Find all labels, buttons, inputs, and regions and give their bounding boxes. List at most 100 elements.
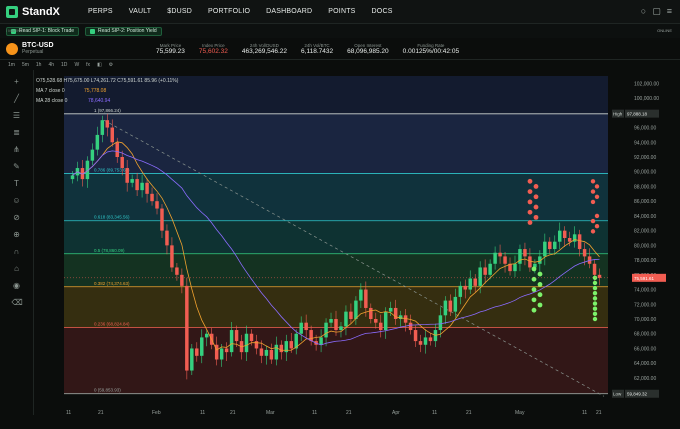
candle-body — [160, 208, 164, 231]
toolbar-item[interactable]: 5m — [22, 62, 29, 68]
magnet-icon[interactable]: ∩ — [12, 247, 22, 257]
horizontal-lines-icon[interactable]: ☰ — [12, 111, 22, 121]
nav-item-portfolio[interactable]: PORTFOLIO — [208, 8, 250, 15]
candle-body — [254, 341, 259, 349]
chart-svg[interactable]: 1 (97,866.24) 0.786 (89,753.61) 0.618 (83,… — [34, 70, 680, 424]
candle-body — [478, 267, 482, 286]
x-tick-label: 21 — [466, 410, 472, 416]
toolbar-item[interactable]: ◧ — [97, 62, 102, 68]
toolbar-item[interactable]: fx — [86, 62, 90, 68]
toolbar-item[interactable]: 1m — [8, 62, 15, 68]
buy-order-dot — [592, 280, 598, 286]
announcement-label: Read SIP-2: Position Yield — [98, 28, 157, 34]
eye-icon[interactable]: ◉ — [12, 281, 22, 291]
zoom-in-icon[interactable]: ⊕ — [12, 230, 22, 240]
fib-label: 0.786 (89,753.61) — [94, 168, 130, 173]
emoji-icon[interactable]: ☺ — [12, 196, 22, 206]
candle-body — [453, 296, 458, 312]
toolbar-item[interactable]: ⚙ — [109, 62, 113, 68]
announcement-bar: Read SIP-1: Block Trade Read SIP-2: Posit… — [0, 24, 680, 38]
candle-body — [155, 201, 159, 209]
x-tick-label: 11 — [432, 410, 437, 416]
notification-icon[interactable]: ○ — [641, 6, 646, 17]
candle-body — [344, 311, 348, 327]
ma7-value: 75,778.08 — [84, 88, 106, 94]
candle-body — [388, 307, 393, 312]
candle-body — [562, 230, 567, 238]
ma28-legend: MA 28 close 0 — [36, 98, 68, 104]
candle-body — [110, 127, 115, 143]
candle-body — [364, 289, 368, 308]
menu-icon[interactable]: ≡ — [667, 6, 672, 17]
fib-zone — [64, 173, 608, 221]
candle-body — [185, 285, 189, 371]
fib-zone — [64, 113, 608, 174]
high-value: 97,888.18 — [627, 112, 648, 117]
y-tick-label: 66,000.00 — [634, 346, 656, 352]
buy-order-dot — [537, 292, 543, 298]
trash-icon[interactable]: ⌫ — [12, 298, 23, 308]
toolbar-item[interactable]: 1h — [36, 62, 42, 68]
stat-value: 68,096,985.20 — [347, 47, 389, 55]
buy-order-dot — [537, 281, 543, 287]
candle-body — [304, 322, 308, 331]
fib-zone — [64, 220, 608, 254]
ruler-icon[interactable]: ⊘ — [12, 213, 22, 223]
candle-body — [468, 278, 472, 290]
y-tick-label: 102,000.00 — [634, 81, 659, 87]
y-tick-label: 84,000.00 — [634, 214, 656, 220]
brush-icon[interactable]: ✎ — [12, 162, 22, 172]
fib-label: 0.382 (74,374.63) — [94, 281, 130, 286]
nav-item-perps[interactable]: PERPS — [88, 8, 113, 15]
candle-body — [503, 256, 507, 264]
x-tick-label: 21 — [98, 410, 104, 416]
toolbar-item[interactable]: 4h — [48, 62, 54, 68]
sell-order-dot — [533, 194, 539, 200]
candle-body — [329, 319, 333, 323]
candle-body — [319, 337, 323, 345]
text-icon[interactable]: T — [12, 179, 22, 189]
candle-body — [428, 337, 433, 342]
announcement-pill[interactable]: Read SIP-2: Position Yield — [85, 26, 162, 36]
x-tick-label: 11 — [312, 410, 317, 416]
nav-item-docs[interactable]: DOCS — [372, 8, 393, 15]
standx-logo[interactable]: StandX — [6, 5, 78, 18]
candle-body — [125, 168, 129, 183]
x-tick-label: 11 — [582, 410, 587, 416]
fib-label: 0.618 (83,345.56) — [94, 215, 130, 220]
top-nav-bar: StandX PERPS VAULT $DUSD PORTFOLIO DASHBOARD… — [0, 0, 680, 24]
buy-order-dot — [592, 316, 598, 322]
standx-logo-icon — [6, 5, 18, 18]
candle-body — [140, 182, 144, 191]
pitchfork-icon[interactable]: ⋔ — [12, 145, 22, 155]
symbol-selector[interactable]: BTC-USD Perpetual — [6, 42, 156, 55]
crosshair-icon[interactable]: + — [12, 77, 22, 87]
nav-item-dashboard[interactable]: DASHBOARD — [266, 8, 312, 15]
fib-label: 0.5 (78,860.09) — [94, 248, 125, 253]
nav-item-points[interactable]: POINTS — [328, 8, 355, 15]
y-tick-label: 78,000.00 — [634, 258, 656, 264]
toolbar-item[interactable]: 1D — [61, 62, 67, 68]
candle-body — [165, 230, 169, 246]
candle-body — [518, 249, 522, 264]
sell-order-dot — [590, 229, 596, 234]
candle-body — [309, 330, 313, 342]
announcement-label: Read SIP-1: Block Trade — [19, 28, 75, 34]
nav-item-dusd[interactable]: $DUSD — [167, 8, 192, 15]
nav-item-vault[interactable]: VAULT — [129, 8, 152, 15]
buy-order-dot — [592, 311, 598, 317]
candle-body — [95, 134, 100, 150]
candle-body — [488, 263, 492, 275]
lock-icon[interactable]: ⌂ — [12, 264, 22, 274]
toolbar-item[interactable]: W — [74, 62, 79, 68]
trendline-icon[interactable]: ╱ — [12, 94, 22, 104]
fib-icon[interactable]: ≣ — [12, 128, 22, 138]
stat-value: 0.00125%/00:42:05 — [402, 47, 460, 55]
buy-order-dot — [592, 301, 598, 306]
candle-body — [577, 234, 582, 250]
last-price: 75,591.61 — [634, 276, 655, 281]
price-chart[interactable]: 1 (97,866.24) 0.786 (89,753.61) 0.618 (83,… — [34, 70, 680, 424]
wallet-icon[interactable]: ▢ — [652, 6, 661, 17]
candle-body — [423, 337, 428, 345]
candle-body — [557, 230, 562, 242]
